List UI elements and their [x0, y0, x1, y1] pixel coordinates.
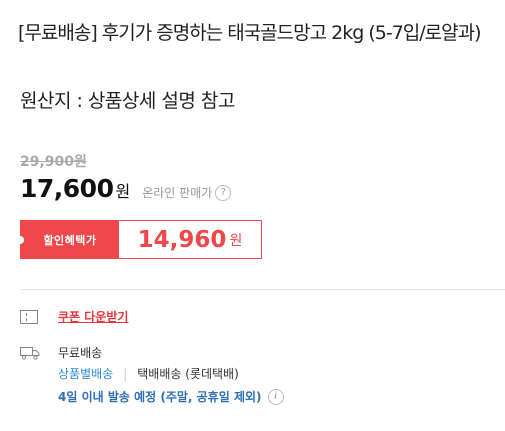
- truck-icon: [20, 347, 40, 360]
- origin-info: 원산지 : 상품상세 설명 참고: [20, 90, 235, 112]
- discount-price-wrap: 14,960 원: [119, 221, 261, 258]
- price-row: 17,600 원 온라인 판매가 ?: [20, 174, 232, 203]
- shipping-method: 택배배송 (롯데택배): [137, 367, 239, 381]
- separator: |: [123, 367, 128, 381]
- original-price: 29,900원: [20, 154, 87, 170]
- delivery-note: 4일 이내 발송 예정 (주말, 공휴일 제외): [58, 390, 262, 404]
- coupon-download-link[interactable]: 쿠폰 다운받기: [58, 308, 128, 325]
- coupon-icon: [20, 309, 38, 324]
- shipping-row: 무료배송 상품별배송 | 택배배송 (롯데택배) 4일 이내 발송 예정 (주말…: [20, 344, 284, 406]
- currency-unit: 원: [115, 182, 131, 201]
- discount-label: 할인혜택가: [16, 221, 119, 258]
- product-summary: [무료배송] 후기가 증명하는 태국골드망고 2kg (5-7입/로얄과) 원산…: [0, 0, 505, 431]
- info-icon[interactable]: i: [267, 389, 284, 405]
- product-title: [무료배송] 후기가 증명하는 태국골드망고 2kg (5-7입/로얄과): [18, 22, 482, 44]
- shipping-detail: 상품별배송 | 택배배송 (롯데택배): [58, 365, 284, 383]
- current-price: 17,600: [20, 174, 114, 203]
- shipping-by-product-link[interactable]: 상품별배송: [58, 365, 113, 383]
- shipping-fee: 무료배송: [58, 346, 103, 360]
- discount-price: 14,960: [137, 226, 227, 253]
- delivery-estimate: 4일 이내 발송 예정 (주말, 공휴일 제외) i: [58, 388, 284, 406]
- online-price-label: 온라인 판매가: [142, 186, 213, 200]
- coupon-row: 쿠폰 다운받기: [20, 308, 128, 325]
- discount-currency: 원: [229, 232, 243, 249]
- shipping-info: 무료배송 상품별배송 | 택배배송 (롯데택배) 4일 이내 발송 예정 (주말…: [58, 344, 284, 406]
- divider: [20, 289, 505, 290]
- discount-box: 할인혜택가 14,960 원: [16, 220, 262, 259]
- help-icon[interactable]: ?: [215, 185, 232, 201]
